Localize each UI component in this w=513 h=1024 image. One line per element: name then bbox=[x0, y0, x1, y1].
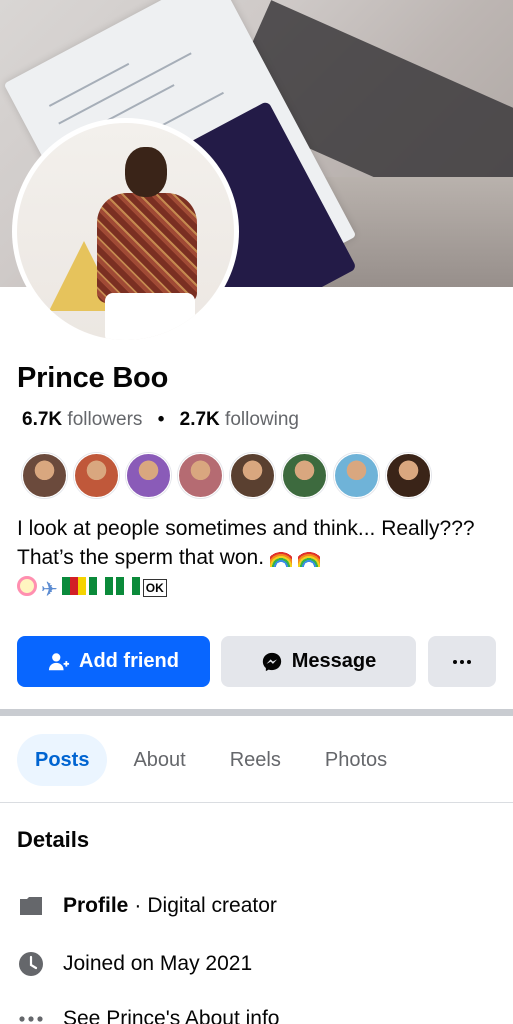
avatar-figure-legs bbox=[105, 293, 195, 340]
followers-count[interactable]: 6.7K bbox=[22, 409, 62, 430]
avatar-photo bbox=[17, 123, 234, 340]
detail-profile-row: Profile · Digital creator bbox=[17, 892, 277, 920]
tabs-divider bbox=[0, 802, 513, 803]
profile-name: Prince Boo bbox=[17, 362, 169, 394]
ok-emoji: OK bbox=[142, 579, 167, 597]
avatar-figure-body bbox=[97, 193, 197, 303]
message-button[interactable]: Message bbox=[221, 636, 416, 687]
section-divider bbox=[0, 709, 513, 716]
clock-icon bbox=[17, 950, 45, 978]
more-options-button[interactable] bbox=[428, 636, 496, 687]
following-count[interactable]: 2.7K bbox=[180, 409, 220, 430]
friend-avatar[interactable] bbox=[22, 453, 67, 498]
profile-bio: I look at people sometimes and think... … bbox=[17, 514, 497, 604]
avatar-figure-head bbox=[125, 147, 167, 197]
profile-stats: 6.7K followers • 2.7K following bbox=[22, 409, 299, 431]
friend-avatar[interactable] bbox=[386, 453, 431, 498]
friend-avatar[interactable] bbox=[126, 453, 171, 498]
detail-profile-value: Digital creator bbox=[147, 894, 277, 917]
friend-avatar[interactable] bbox=[334, 453, 379, 498]
friend-avatar[interactable] bbox=[74, 453, 119, 498]
friend-avatars-row[interactable] bbox=[22, 453, 431, 498]
details-heading: Details bbox=[17, 827, 90, 852]
ellipsis-icon bbox=[17, 1005, 45, 1024]
separator-dot: • bbox=[157, 409, 165, 430]
tab-about[interactable]: About bbox=[115, 734, 203, 786]
see-about-text: See Prince's About info bbox=[63, 1007, 280, 1024]
profile-avatar[interactable] bbox=[12, 118, 239, 345]
add-person-icon bbox=[48, 652, 70, 670]
tab-photos[interactable]: Photos bbox=[307, 734, 405, 786]
profile-card-icon bbox=[17, 892, 45, 920]
bio-text: I look at people sometimes and think... … bbox=[17, 517, 475, 569]
detail-profile-label: Profile bbox=[63, 894, 129, 917]
profile-tabs: Posts About Reels Photos bbox=[17, 734, 413, 786]
nigeria-flag-emoji bbox=[115, 577, 140, 595]
add-friend-label: Add friend bbox=[79, 650, 179, 672]
airplane-emoji: ✈ bbox=[41, 577, 58, 601]
add-friend-button[interactable]: Add friend bbox=[17, 636, 210, 687]
messenger-icon bbox=[262, 652, 281, 671]
tab-reels[interactable]: Reels bbox=[212, 734, 299, 786]
followers-label[interactable]: followers bbox=[67, 409, 142, 430]
following-label[interactable]: following bbox=[225, 409, 299, 430]
friend-avatar[interactable] bbox=[282, 453, 327, 498]
see-about-link[interactable]: See Prince's About info bbox=[17, 1005, 279, 1024]
detail-joined-row: Joined on May 2021 bbox=[17, 950, 252, 978]
rainbow-emoji bbox=[298, 545, 321, 567]
rainbow-emoji bbox=[270, 545, 293, 567]
bio-emoji-line: ✈ OK bbox=[17, 572, 497, 604]
friend-avatar[interactable] bbox=[230, 453, 275, 498]
message-label: Message bbox=[291, 650, 377, 672]
lollipop-emoji bbox=[17, 576, 37, 596]
nigeria-flag-emoji bbox=[88, 577, 113, 595]
friend-avatar[interactable] bbox=[178, 453, 223, 498]
detail-separator: · bbox=[134, 894, 142, 917]
more-dots-icon bbox=[453, 659, 471, 664]
tab-posts[interactable]: Posts bbox=[17, 734, 108, 786]
detail-joined-text: Joined on May 2021 bbox=[63, 952, 253, 975]
cameroon-flag-emoji bbox=[61, 577, 86, 595]
